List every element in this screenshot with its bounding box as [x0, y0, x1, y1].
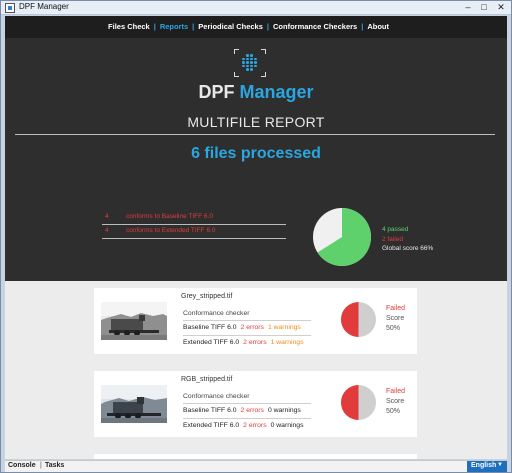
chevron-down-icon: ▼	[497, 462, 503, 468]
divider	[183, 320, 311, 321]
global-score: Global score 66%	[382, 245, 434, 252]
failed-count: 2 failed	[382, 236, 403, 243]
file-thumbnail	[101, 385, 167, 423]
checker-name: Extended TIFF 6.0	[183, 339, 240, 346]
pie-slice-value	[341, 302, 359, 337]
conformance-checker-label: Conformance checker	[183, 393, 250, 400]
file-report-list[interactable]: Grey_stripped.tif Conformance checker Ba…	[5, 281, 507, 459]
error-count: 2 errors	[243, 422, 267, 429]
checker-row: Extended TIFF 6.0 2 errors 1 warnings	[183, 339, 303, 346]
language-value: English	[471, 462, 497, 469]
divider	[183, 418, 311, 419]
dpf-logo-icon	[234, 49, 266, 77]
checker-row: Baseline TIFF 6.0 2 errors 0 warnings	[183, 407, 301, 414]
nav-conformance-checkers[interactable]: Conformance Checkers	[273, 22, 357, 31]
nav-menu: Files Check | Reports | Periodical Checks | Co…	[108, 22, 389, 31]
app-content: Files Check | Reports | Periodical Checks | Co…	[5, 16, 507, 459]
files-processed-count: 6 files processed	[191, 145, 321, 162]
file-report-card[interactable]: Grey_stripped.tif Conformance checker Ba…	[94, 288, 417, 354]
passed-count: 4 passed	[382, 226, 409, 233]
conformance-text: conforms to Baseline TIFF 6.0	[126, 213, 213, 220]
nav-periodical-checks[interactable]: Periodical Checks	[198, 22, 263, 31]
file-name[interactable]: Grey_stripped.tif	[181, 293, 232, 300]
brand-title: DPF Manager	[5, 82, 507, 103]
pie-slice-value	[341, 385, 359, 420]
report-summary: DPF Manager MULTIFILE REPORT 6 files pro…	[5, 38, 507, 281]
warning-count: 0 warnings	[267, 407, 301, 414]
score-pie-chart	[341, 302, 376, 337]
checker-row: Extended TIFF 6.0 2 errors 0 warnings	[183, 422, 303, 429]
file-thumbnail	[101, 302, 167, 340]
minimize-icon[interactable]: –	[461, 2, 475, 13]
window-title: DPF Manager	[19, 2, 69, 11]
nav-reports[interactable]: Reports	[160, 22, 188, 31]
conformance-count: 4	[105, 213, 109, 220]
error-count: 2 errors	[243, 339, 267, 346]
file-report-card[interactable]	[94, 454, 417, 459]
console-tab[interactable]: Console	[8, 462, 36, 469]
divider	[15, 134, 495, 135]
language-select[interactable]: English ▼	[467, 461, 507, 472]
report-title: MULTIFILE REPORT	[187, 114, 325, 130]
conformance-row-baseline: 4 conforms to Baseline TIFF 6.0	[102, 211, 286, 225]
brand-manager: Manager	[239, 82, 314, 102]
divider	[183, 403, 311, 404]
checker-name: Baseline TIFF 6.0	[183, 407, 237, 414]
score-label: Score	[386, 398, 405, 405]
checker-name: Baseline TIFF 6.0	[183, 324, 237, 331]
app-window: DPF Manager – □ ✕ Files Check | Reports | Pe…	[0, 0, 512, 473]
warning-count: 0 warnings	[270, 422, 304, 429]
separator: |	[40, 462, 42, 469]
brand-dpf: DPF	[198, 82, 235, 102]
divider	[183, 335, 311, 336]
conformance-row-extended: 4 conforms to Extended TIFF 6.0	[102, 225, 286, 239]
conformance-text: conforms to Extended TIFF 6.0	[126, 227, 216, 234]
error-count: 2 errors	[240, 324, 264, 331]
app-icon	[5, 3, 15, 13]
title-bar: DPF Manager – □ ✕	[1, 1, 511, 15]
score-value: 50%	[386, 408, 401, 415]
conformance-count: 4	[105, 227, 109, 234]
status-badge: Failed	[386, 388, 406, 395]
close-icon[interactable]: ✕	[493, 2, 509, 13]
global-score-pie-chart	[313, 208, 371, 266]
scrollbar[interactable]	[501, 281, 507, 459]
maximize-icon[interactable]: □	[477, 2, 491, 13]
warning-count: 1 warnings	[270, 339, 304, 346]
error-count: 2 errors	[240, 407, 264, 414]
checker-row: Baseline TIFF 6.0 2 errors 1 warnings	[183, 324, 301, 331]
score-label: Score	[386, 315, 405, 322]
warning-count: 1 warnings	[267, 324, 301, 331]
nav-files-check[interactable]: Files Check	[108, 22, 150, 31]
top-navigation: Files Check | Reports | Periodical Checks | Co…	[5, 16, 507, 38]
status-badge: Failed	[386, 305, 406, 312]
checker-name: Extended TIFF 6.0	[183, 422, 240, 429]
score-pie-chart	[341, 385, 376, 420]
conformance-checker-label: Conformance checker	[183, 310, 250, 317]
nav-about[interactable]: About	[367, 22, 389, 31]
file-name[interactable]: RGB_stripped.tif	[181, 376, 232, 383]
score-value: 50%	[386, 325, 401, 332]
file-report-card[interactable]: RGB_stripped.tif Conformance checker Bas…	[94, 371, 417, 437]
bottom-bar: Console | Tasks English ▼	[5, 460, 507, 472]
tasks-tab[interactable]: Tasks	[45, 462, 64, 469]
